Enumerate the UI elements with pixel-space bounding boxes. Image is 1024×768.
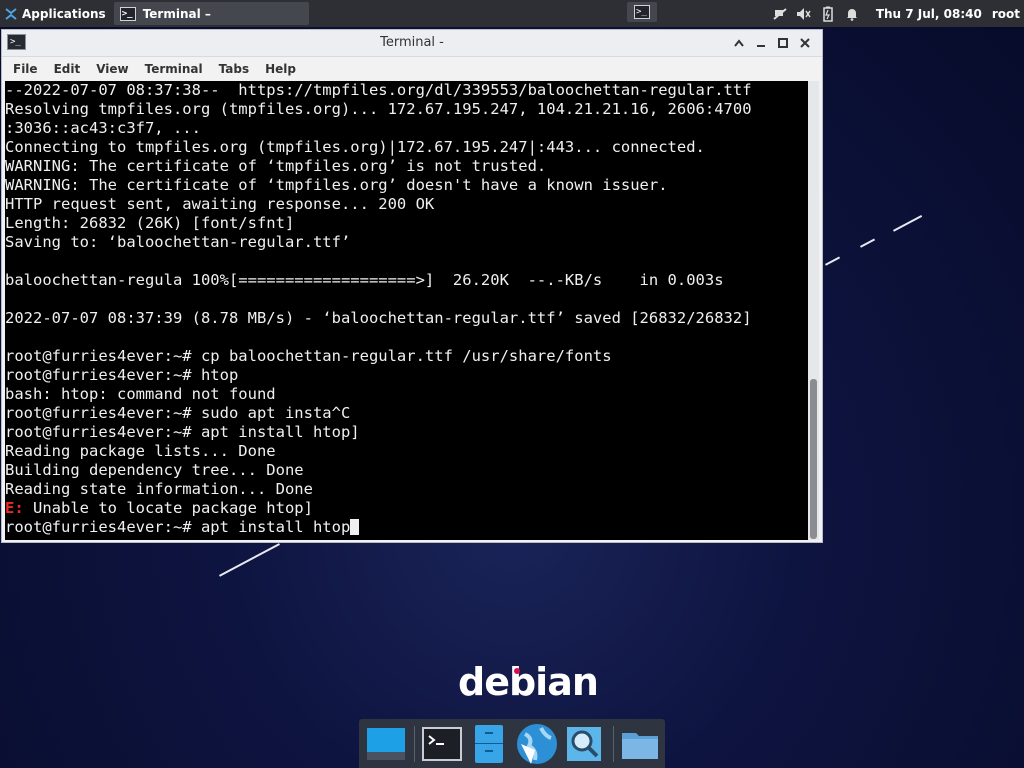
applications-label: Applications — [22, 6, 106, 21]
volume-icon[interactable] — [794, 5, 814, 23]
terminal-text: --2022-07-07 08:37:38-- https://tmpfiles… — [5, 81, 809, 499]
terminal-line: Reading package lists... Done — [5, 442, 276, 460]
terminal-line: --2022-07-07 08:37:38-- https://tmpfiles… — [5, 81, 752, 99]
debian-logo-dot — [514, 668, 520, 674]
terminal-line: Resolving tmpfiles.org (tmpfiles.org)...… — [5, 100, 752, 118]
terminal-line: baloochettan-regula 100%[===============… — [5, 271, 724, 289]
terminal-line: root@furries4ever:~# apt install htop] — [5, 423, 360, 441]
terminal-line: WARNING: The certificate of ‘tmpfiles.or… — [5, 176, 668, 194]
dock-file-manager[interactable] — [467, 722, 512, 766]
desktop-icon — [366, 727, 405, 760]
terminal-line: 2022-07-07 08:37:39 (8.78 MB/s) - ‘baloo… — [5, 309, 752, 327]
text-cursor — [350, 519, 360, 535]
error-message: Unable to locate package htop] — [23, 499, 313, 517]
terminal-line: Building dependency tree... Done — [5, 461, 304, 479]
applications-icon — [4, 7, 18, 21]
menu-edit[interactable]: Edit — [46, 62, 89, 76]
network-icon[interactable] — [770, 5, 790, 23]
desktop-decoration — [825, 256, 841, 266]
terminal-output[interactable]: --2022-07-07 08:37:38-- https://tmpfiles… — [5, 81, 809, 540]
terminal-prompt-line[interactable]: root@furries4ever:~# apt install htop — [5, 518, 809, 537]
terminal-line: :3036::ac43:c3f7, ... — [5, 119, 201, 137]
chevron-up-icon — [734, 39, 744, 47]
system-tray: Thu 7 Jul, 08:40 root — [768, 0, 1024, 27]
user-menu[interactable]: root — [992, 7, 1020, 21]
dock-search[interactable] — [561, 722, 606, 766]
scrollbar[interactable] — [808, 81, 819, 540]
terminal-line: root@furries4ever:~# cp baloochettan-reg… — [5, 347, 612, 365]
minimize-button[interactable] — [750, 33, 772, 53]
debian-logo: debian — [458, 660, 599, 704]
applications-menu[interactable]: Applications — [0, 0, 112, 27]
terminal-icon: >_ — [119, 6, 136, 21]
close-icon — [800, 38, 810, 48]
dock-terminal[interactable] — [419, 722, 464, 766]
file-manager-icon — [475, 724, 504, 763]
taskbar-terminal-label: Terminal – — [142, 6, 211, 21]
desktop-decoration — [219, 543, 280, 577]
terminal-error-line: E: Unable to locate package htop] — [5, 499, 809, 518]
shade-button[interactable] — [728, 33, 750, 53]
clock[interactable]: Thu 7 Jul, 08:40 — [876, 7, 982, 21]
dock-separator — [414, 725, 416, 762]
terminal-line: root@furries4ever:~# htop — [5, 366, 239, 384]
close-button[interactable] — [794, 33, 816, 53]
terminal-line: root@furries4ever:~# sudo apt insta^C — [5, 404, 351, 422]
terminal-line: bash: htop: command not found — [5, 385, 276, 403]
terminal-line: Length: 26832 (26K) [font/sfnt] — [5, 214, 295, 232]
menu-tabs[interactable]: Tabs — [211, 62, 257, 76]
window-title: Terminal - — [380, 35, 444, 50]
dock-separator — [612, 725, 614, 762]
battery-icon[interactable] — [818, 5, 838, 23]
folder-icon — [622, 732, 659, 759]
terminal-icon: >_ — [634, 5, 650, 19]
terminal-line: Reading state information... Done — [5, 480, 313, 498]
maximize-icon — [778, 38, 788, 48]
terminal-line: Saving to: ‘baloochettan-regular.ttf’ — [5, 233, 351, 251]
error-prefix: E: — [5, 499, 24, 517]
terminal-line: Connecting to tmpfiles.org (tmpfiles.org… — [5, 138, 705, 156]
workspace-switcher[interactable]: >_ — [627, 2, 657, 22]
desktop-decoration — [860, 238, 876, 248]
taskbar-terminal-button[interactable]: >_ Terminal – — [113, 2, 309, 25]
menu-bar: File Edit View Terminal Tabs Help — [2, 57, 822, 81]
top-panel: Applications >_ Terminal – >_ Thu 7 Jul,… — [0, 0, 1024, 27]
dock-web-browser[interactable] — [514, 722, 559, 766]
terminal-window: >_ Terminal - File Edit View Terminal Ta… — [1, 29, 823, 543]
notification-bell-icon[interactable] — [842, 5, 862, 23]
scrollbar-thumb[interactable] — [810, 379, 817, 539]
web-browser-icon — [516, 723, 557, 764]
search-icon — [567, 726, 602, 761]
minimize-icon — [757, 45, 765, 47]
desktop-decoration — [893, 214, 923, 232]
maximize-button[interactable] — [772, 33, 794, 53]
terminal-line: WARNING: The certificate of ‘tmpfiles.or… — [5, 157, 547, 175]
window-titlebar[interactable]: >_ Terminal - — [2, 30, 822, 57]
terminal-line: HTTP request sent, awaiting response... … — [5, 195, 435, 213]
dock-folder[interactable] — [618, 722, 663, 766]
show-desktop-button[interactable] — [363, 722, 408, 766]
menu-view[interactable]: View — [88, 62, 136, 76]
terminal-icon — [421, 726, 462, 761]
menu-file[interactable]: File — [5, 62, 46, 76]
current-command: root@furries4ever:~# apt install htop — [5, 518, 351, 536]
dock — [359, 719, 665, 768]
menu-terminal[interactable]: Terminal — [137, 62, 211, 76]
menu-help[interactable]: Help — [257, 62, 304, 76]
